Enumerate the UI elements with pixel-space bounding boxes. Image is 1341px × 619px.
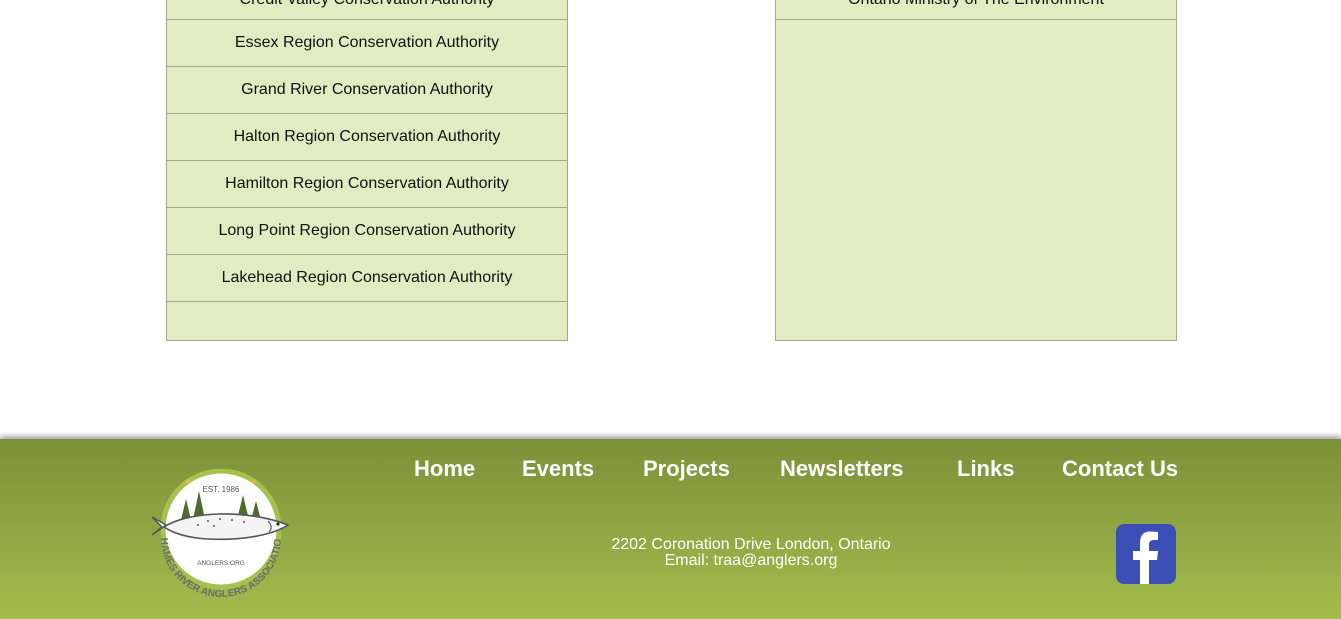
facebook-glyph-icon bbox=[1133, 531, 1158, 584]
footer-address: 2202 Coronation Drive London, Ontario Em… bbox=[551, 537, 951, 569]
nav-newsletters[interactable]: Newsletters bbox=[780, 456, 904, 482]
link-label[interactable]: Ontario Ministry of The Environment bbox=[848, 0, 1104, 9]
email-line[interactable]: Email: traa@anglers.org bbox=[551, 553, 951, 569]
nav-projects[interactable]: Projects bbox=[643, 456, 730, 482]
association-logo: EST. 1986 ANGLERS.ORG THAMES RIVER ANGLE… bbox=[144, 461, 294, 600]
nav-links[interactable]: Links bbox=[957, 456, 1014, 482]
fish-logo-icon: EST. 1986 ANGLERS.ORG THAMES RIVER ANGLE… bbox=[144, 461, 290, 600]
link-label[interactable]: Halton Region Conservation Authority bbox=[234, 128, 501, 146]
site-footer: EST. 1986 ANGLERS.ORG THAMES RIVER ANGLE… bbox=[0, 439, 1341, 619]
list-item[interactable]: Halton Region Conservation Authority bbox=[167, 114, 567, 161]
list-item[interactable]: Essex Region Conservation Authority bbox=[167, 20, 567, 67]
link-label[interactable]: Credit Valley Conservation Authority bbox=[240, 0, 495, 9]
list-item[interactable]: Grand River Conservation Authority bbox=[167, 67, 567, 114]
link-label[interactable]: Lakehead Region Conservation Authority bbox=[222, 269, 513, 287]
list-item[interactable]: Credit Valley Conservation Authority bbox=[167, 0, 567, 20]
link-label[interactable]: Long Point Region Conservation Authority bbox=[218, 222, 515, 240]
list-item[interactable]: Ontario Ministry of The Environment bbox=[776, 0, 1176, 20]
footer-nav: Home Events Projects Newsletters Links C… bbox=[0, 456, 1341, 486]
list-item[interactable]: Hamilton Region Conservation Authority bbox=[167, 161, 567, 208]
link-label[interactable]: Hamilton Region Conservation Authority bbox=[225, 175, 509, 193]
svg-text:EST. 1986: EST. 1986 bbox=[203, 485, 240, 494]
nav-contact-us[interactable]: Contact Us bbox=[1062, 456, 1178, 482]
address-line: 2202 Coronation Drive London, Ontario bbox=[611, 536, 891, 553]
list-item[interactable]: Lakehead Region Conservation Authority bbox=[167, 255, 567, 302]
left-links-panel: Credit Valley Conservation Authority Ess… bbox=[166, 0, 568, 341]
facebook-icon[interactable] bbox=[1116, 524, 1176, 584]
right-links-panel: Ontario Ministry of The Environment bbox=[775, 0, 1177, 341]
list-item[interactable]: Long Point Region Conservation Authority bbox=[167, 208, 567, 255]
link-label[interactable]: Grand River Conservation Authority bbox=[241, 81, 493, 99]
svg-text:ANGLERS.ORG: ANGLERS.ORG bbox=[197, 560, 245, 567]
nav-events[interactable]: Events bbox=[522, 456, 594, 482]
nav-home[interactable]: Home bbox=[414, 456, 475, 482]
link-label[interactable]: Essex Region Conservation Authority bbox=[235, 34, 499, 52]
